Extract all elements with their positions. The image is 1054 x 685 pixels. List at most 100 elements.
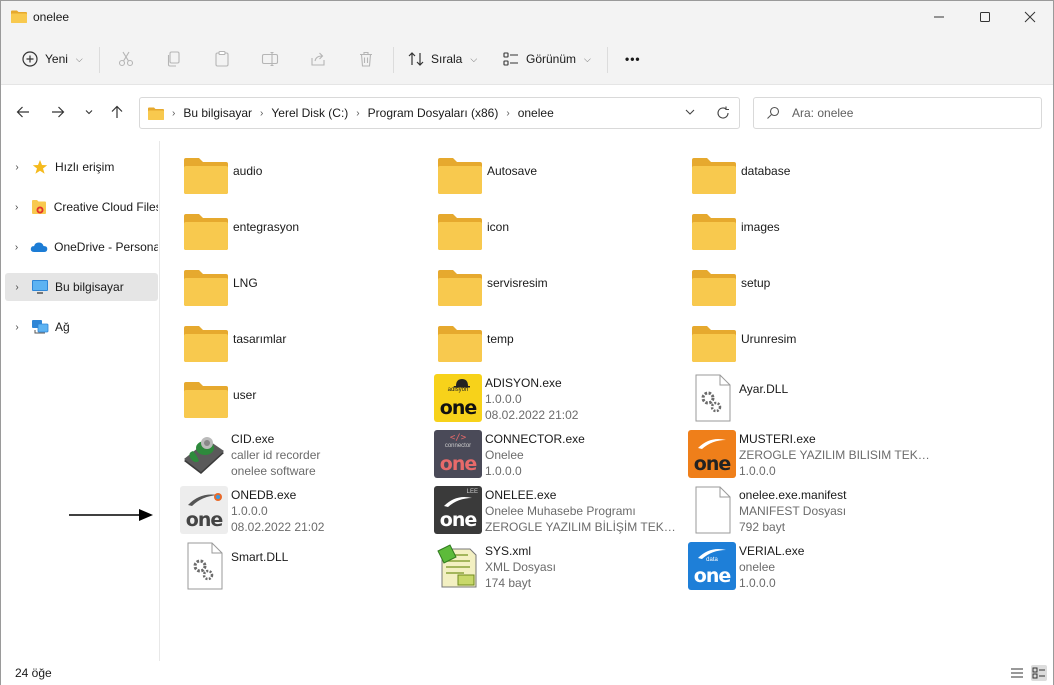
folder-icon xyxy=(148,107,164,120)
more-options-button[interactable]: ••• xyxy=(625,45,641,73)
expand-chevron-icon[interactable]: › xyxy=(7,202,26,213)
arrow-left-icon xyxy=(16,106,29,118)
breadcrumb-chevron-icon: › xyxy=(356,107,360,119)
paste-button[interactable] xyxy=(213,45,231,73)
address-bar[interactable]: › Bu bilgisayar › Yerel Disk (C:) › Prog… xyxy=(139,97,740,129)
folder-item[interactable]: icon xyxy=(435,205,685,259)
folder-icon xyxy=(692,158,736,194)
folder-item[interactable]: user xyxy=(181,373,431,427)
file-size: 174 bayt xyxy=(485,576,532,590)
maximize-icon xyxy=(980,12,990,22)
file-company: ZEROGLE YAZILIM BİLİŞİM TEKNO... xyxy=(485,520,681,534)
view-list-icon xyxy=(503,52,518,66)
folder-icon xyxy=(438,214,482,250)
sort-button[interactable]: Sırala ⌵ xyxy=(407,45,477,73)
folder-icon xyxy=(184,158,228,194)
file-name: SYS.xml xyxy=(485,544,532,558)
folder-item[interactable]: LNG xyxy=(181,261,431,315)
search-input[interactable] xyxy=(792,104,1032,122)
delete-button[interactable] xyxy=(357,45,375,73)
folder-item[interactable]: audio xyxy=(181,149,431,203)
close-button[interactable] xyxy=(1007,1,1053,33)
minimize-button[interactable] xyxy=(916,1,962,33)
breadcrumb-chevron-icon: › xyxy=(172,107,176,119)
folder-item[interactable]: setup xyxy=(689,261,939,315)
file-item[interactable]: Smart.DLL xyxy=(179,539,429,593)
sidebar-item-creative-cloud[interactable]: › Creative Cloud Files xyxy=(5,193,158,221)
search-box[interactable] xyxy=(753,97,1042,129)
expand-chevron-icon[interactable]: › xyxy=(7,162,27,173)
file-name: servisresim xyxy=(487,276,548,290)
file-item[interactable]: onelee.exe.manifest MANIFEST Dosyası 792… xyxy=(687,483,937,537)
file-item[interactable]: adisyon one ADISYON.exe 1.0.0.0 08.02.20… xyxy=(433,371,683,425)
folder-item[interactable]: servisresim xyxy=(435,261,685,315)
sidebar-item-network[interactable]: › Ağ xyxy=(5,313,158,341)
file-name: LNG xyxy=(233,276,258,290)
file-version: 1.0.0.0 xyxy=(485,464,522,478)
folder-icon xyxy=(692,214,736,250)
file-name: Autosave xyxy=(487,164,538,178)
icon-caption: data xyxy=(706,557,718,563)
tiles-view-button[interactable] xyxy=(1031,665,1047,681)
folder-item[interactable]: Urunresim xyxy=(689,317,939,371)
folder-icon xyxy=(438,270,482,306)
status-bar: 24 öğe xyxy=(1,661,1053,685)
file-company: Onelee xyxy=(485,448,524,462)
creative-cloud-icon xyxy=(30,198,47,216)
file-item[interactable]: one ONEDB.exe 1.0.0.0 08.02.2022 21:02 xyxy=(179,483,429,537)
folder-item[interactable]: images xyxy=(689,205,939,259)
details-view-button[interactable] xyxy=(1009,665,1025,681)
folder-item[interactable]: database xyxy=(689,149,939,203)
dll-settings-icon xyxy=(695,374,731,422)
forward-button[interactable] xyxy=(48,101,68,123)
adisyon-app-icon: adisyon one xyxy=(434,374,482,422)
folder-icon xyxy=(184,326,228,362)
divider xyxy=(607,47,608,73)
file-description: Onelee Muhasebe Programı xyxy=(485,504,636,518)
folder-item[interactable]: tasarımlar xyxy=(181,317,431,371)
sidebar-item-quick-access[interactable]: › Hızlı erişim xyxy=(5,153,158,181)
sidebar-item-onedrive[interactable]: › OneDrive - Personal xyxy=(5,233,158,261)
breadcrumb-item[interactable]: onelee xyxy=(518,106,554,120)
back-button[interactable] xyxy=(13,101,33,123)
folder-item[interactable]: entegrasyon xyxy=(181,205,431,259)
folder-item[interactable]: temp xyxy=(435,317,685,371)
expand-chevron-icon[interactable]: › xyxy=(7,242,26,253)
copy-button[interactable] xyxy=(165,45,183,73)
icon-wordmark: one xyxy=(439,397,477,419)
cut-button[interactable] xyxy=(117,45,135,73)
file-item[interactable]: one MUSTERI.exe ZEROGLE YAZILIM BILISIM … xyxy=(687,427,937,481)
breadcrumb-item[interactable]: Yerel Disk (C:) xyxy=(271,106,348,120)
rename-button[interactable] xyxy=(261,45,279,73)
recent-locations-button[interactable] xyxy=(79,101,99,123)
file-item[interactable]: Ayar.DLL xyxy=(687,371,937,425)
verial-app-icon: data one xyxy=(688,542,736,590)
file-item[interactable]: </> connector one CONNECTOR.exe Onelee 1… xyxy=(433,427,683,481)
icon-wordmark: one xyxy=(693,453,731,475)
folder-icon xyxy=(184,214,228,250)
breadcrumb-item[interactable]: Bu bilgisayar xyxy=(183,106,252,120)
up-button[interactable] xyxy=(107,101,127,123)
maximize-button[interactable] xyxy=(962,1,1008,33)
file-item[interactable]: CID.exe caller id recorder onelee softwa… xyxy=(179,427,429,481)
file-item[interactable]: data one VERIAL.exe onelee 1.0.0.0 xyxy=(687,539,937,593)
refresh-icon[interactable] xyxy=(715,105,731,121)
window-title: onelee xyxy=(33,10,70,24)
sidebar-item-this-pc[interactable]: › Bu bilgisayar xyxy=(5,273,158,301)
divider xyxy=(99,47,100,73)
chevron-down-icon xyxy=(85,110,93,115)
plus-circle-icon xyxy=(22,51,38,67)
folder-item[interactable]: Autosave xyxy=(435,149,685,203)
address-dropdown-icon[interactable] xyxy=(684,106,696,118)
file-name: ONEDB.exe xyxy=(231,488,297,502)
file-item[interactable]: SYS.xml XML Dosyası 174 bayt xyxy=(433,539,683,593)
new-button[interactable]: Yeni ⌵ xyxy=(21,45,83,73)
expand-chevron-icon[interactable]: › xyxy=(7,322,27,333)
breadcrumb-item[interactable]: Program Dosyaları (x86) xyxy=(368,106,499,120)
share-button[interactable] xyxy=(309,45,327,73)
expand-chevron-icon[interactable]: › xyxy=(7,282,27,293)
view-button[interactable]: Görünüm ⌵ xyxy=(502,45,591,73)
file-item[interactable]: LEE one ONELEE.exe Onelee Muhasebe Progr… xyxy=(433,483,683,537)
xml-file-icon xyxy=(437,544,477,588)
file-date: 08.02.2022 21:02 xyxy=(231,520,325,534)
